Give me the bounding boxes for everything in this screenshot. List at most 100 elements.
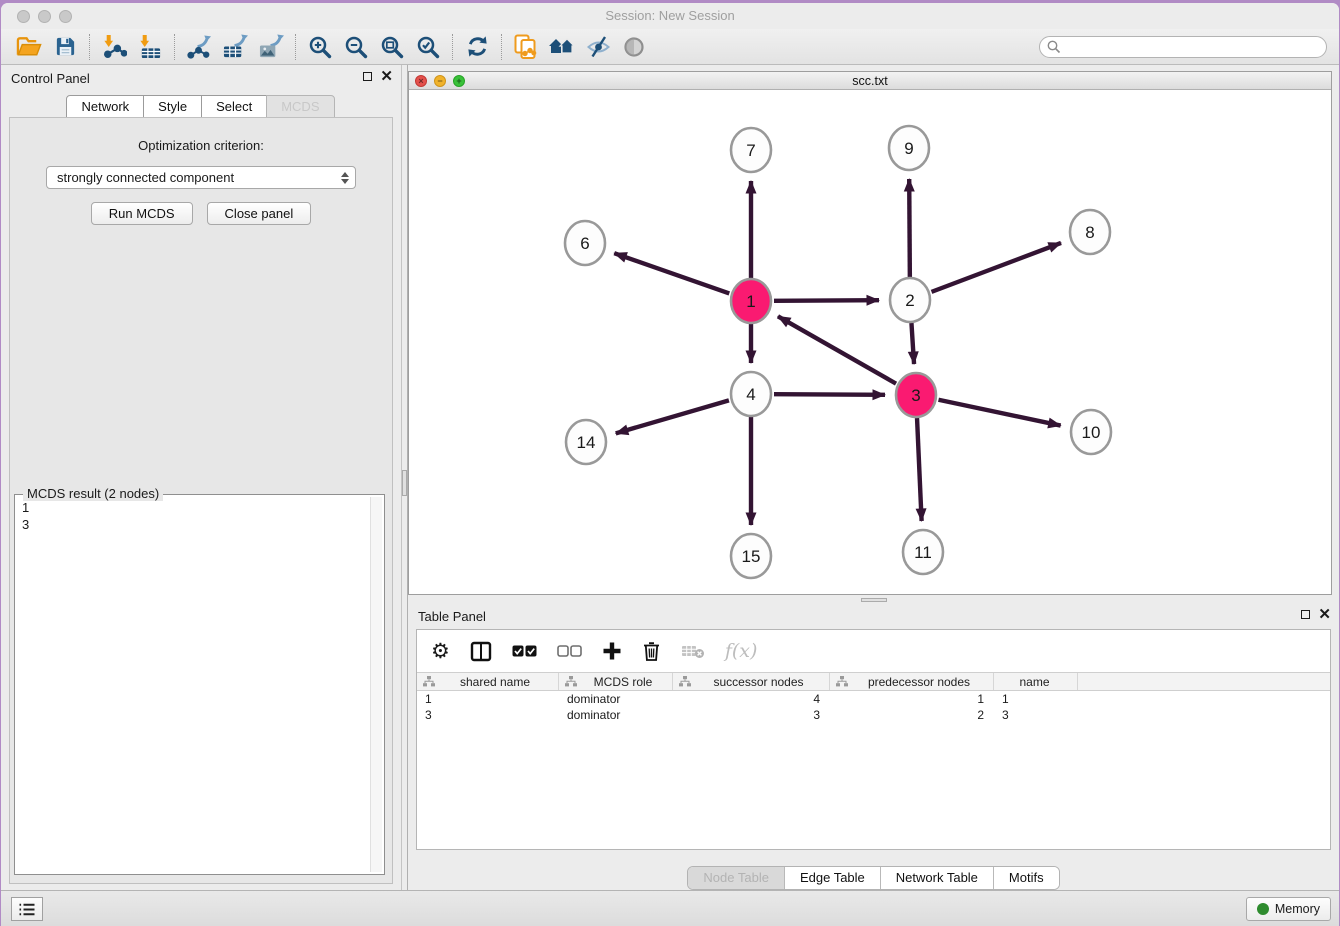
network-canvas[interactable]: 7968124314101511 <box>409 90 1331 594</box>
tab-network-table[interactable]: Network Table <box>880 867 993 889</box>
close-panel-icon[interactable]: ✕ <box>1318 609 1331 620</box>
import-table-icon <box>137 34 163 59</box>
splitter-grip[interactable] <box>402 470 407 496</box>
column-header-mcds-role[interactable]: MCDS role <box>559 673 673 690</box>
tab-select[interactable]: Select <box>201 95 267 119</box>
tab-network[interactable]: Network <box>66 95 144 119</box>
graph-edge-2-9[interactable] <box>909 179 910 277</box>
column-header-name[interactable]: name <box>994 673 1078 690</box>
table-cell[interactable]: 3 <box>417 707 559 723</box>
toolbar-separator <box>174 34 175 60</box>
column-label: shared name <box>440 675 558 689</box>
task-history-button[interactable] <box>11 897 43 921</box>
graph-edge-3-11[interactable] <box>917 418 922 521</box>
flag-column-icon <box>565 676 577 687</box>
save-session-button[interactable] <box>47 32 83 62</box>
graph-edge-1-6[interactable] <box>614 253 729 293</box>
delete-table-icon[interactable] <box>681 644 705 659</box>
memory-button[interactable]: Memory <box>1246 897 1331 921</box>
delete-column-trash-icon[interactable] <box>642 641 661 662</box>
dropdown-stepper-icon <box>341 172 349 184</box>
tab-node-table[interactable]: Node Table <box>688 867 784 889</box>
import-network-button[interactable] <box>96 32 132 62</box>
graph-node-label: 4 <box>746 385 755 404</box>
graphics-detail-eye-icon <box>622 35 646 59</box>
clone-network-button[interactable] <box>508 32 544 62</box>
tab-mcds[interactable]: MCDS <box>266 95 334 119</box>
result-scrollbar[interactable] <box>370 497 382 872</box>
table-cell[interactable]: 1 <box>830 691 994 707</box>
export-network-button[interactable] <box>181 32 217 62</box>
graph-edge-4-14[interactable] <box>616 400 729 433</box>
network-graph[interactable]: 7968124314101511 <box>409 90 1333 595</box>
close-panel-icon[interactable]: ✕ <box>380 71 393 82</box>
export-table-button[interactable] <box>217 32 253 62</box>
import-table-button[interactable] <box>132 32 168 62</box>
toolbar-separator <box>295 34 296 60</box>
graph-edge-3-1[interactable] <box>778 316 896 383</box>
table-settings-gear-icon[interactable]: ⚙ <box>431 641 450 662</box>
search-field[interactable] <box>1039 36 1327 58</box>
graph-edge-1-2[interactable] <box>774 300 879 301</box>
create-column-plus-icon[interactable] <box>602 641 622 661</box>
tab-edge-table[interactable]: Edge Table <box>784 867 880 889</box>
search-input[interactable] <box>1061 38 1326 56</box>
column-label: MCDS role <box>582 675 672 689</box>
zoom-out-button[interactable] <box>338 32 374 62</box>
open-session-button[interactable] <box>11 32 47 62</box>
close-panel-button[interactable]: Close panel <box>207 202 312 225</box>
table-cell[interactable]: 1 <box>994 691 1078 707</box>
splitter-grip[interactable] <box>861 598 887 602</box>
graph-node-label: 9 <box>904 139 913 158</box>
network-window-titlebar: × − + scc.txt <box>409 72 1331 90</box>
refresh-view-button[interactable] <box>459 32 495 62</box>
table-cell[interactable]: dominator <box>559 707 673 723</box>
control-panel-title: Control Panel <box>11 71 90 86</box>
table-cell[interactable]: 3 <box>673 707 830 723</box>
column-label: name <box>1000 675 1077 689</box>
toolbar-separator <box>501 34 502 60</box>
table-row[interactable]: 1 dominator 4 1 1 <box>417 691 1330 707</box>
graph-edge-2-8[interactable] <box>932 243 1061 292</box>
graph-node-label: 8 <box>1085 223 1094 242</box>
control-panel-header: Control Panel ✕ <box>1 65 401 91</box>
column-header-predecessor-nodes[interactable]: predecessor nodes <box>830 673 994 690</box>
float-panel-icon[interactable] <box>363 72 372 81</box>
function-builder-icon[interactable]: f(x) <box>725 640 758 662</box>
zoom-selected-icon <box>416 35 440 59</box>
criterion-value: strongly connected component <box>57 170 341 185</box>
column-header-successor-nodes[interactable]: successor nodes <box>673 673 830 690</box>
table-toolbar: ⚙ <box>417 630 1330 672</box>
table-cell[interactable]: 3 <box>994 707 1078 723</box>
run-mcds-button[interactable]: Run MCDS <box>91 202 193 225</box>
criterion-dropdown[interactable]: strongly connected component <box>46 166 356 189</box>
split-pane-icon[interactable] <box>470 641 492 662</box>
table-cell[interactable]: dominator <box>559 691 673 707</box>
zoom-fit-button[interactable] <box>374 32 410 62</box>
table-cell[interactable]: 1 <box>417 691 559 707</box>
tab-style[interactable]: Style <box>143 95 202 119</box>
graph-edge-4-3[interactable] <box>774 394 885 395</box>
mcds-result-box: MCDS result (2 nodes) 1 3 <box>14 494 385 875</box>
column-header-shared-name[interactable]: shared name <box>417 673 559 690</box>
float-panel-icon[interactable] <box>1301 610 1310 619</box>
graph-edge-2-3[interactable] <box>911 323 914 364</box>
show-graphics-details-button[interactable] <box>616 32 652 62</box>
flag-column-icon <box>679 676 691 687</box>
tab-motifs[interactable]: Motifs <box>993 867 1059 889</box>
graph-node-label: 6 <box>580 234 589 253</box>
unselect-all-columns-icon[interactable] <box>557 645 582 657</box>
table-cell[interactable]: 2 <box>830 707 994 723</box>
hide-selected-button[interactable] <box>580 32 616 62</box>
first-neighbors-button[interactable] <box>544 32 580 62</box>
zoom-in-button[interactable] <box>302 32 338 62</box>
zoom-selected-button[interactable] <box>410 32 446 62</box>
select-all-columns-icon[interactable] <box>512 645 537 657</box>
table-cell[interactable]: 4 <box>673 691 830 707</box>
table-header-row: shared name MCDS role successor nodes <box>417 672 1330 691</box>
export-image-button[interactable] <box>253 32 289 62</box>
graph-edge-3-10[interactable] <box>939 400 1061 426</box>
table-row[interactable]: 3 dominator 3 2 3 <box>417 707 1330 723</box>
mcds-panel-body: Optimization criterion: strongly connect… <box>9 117 393 884</box>
vertical-splitter[interactable] <box>401 65 408 890</box>
